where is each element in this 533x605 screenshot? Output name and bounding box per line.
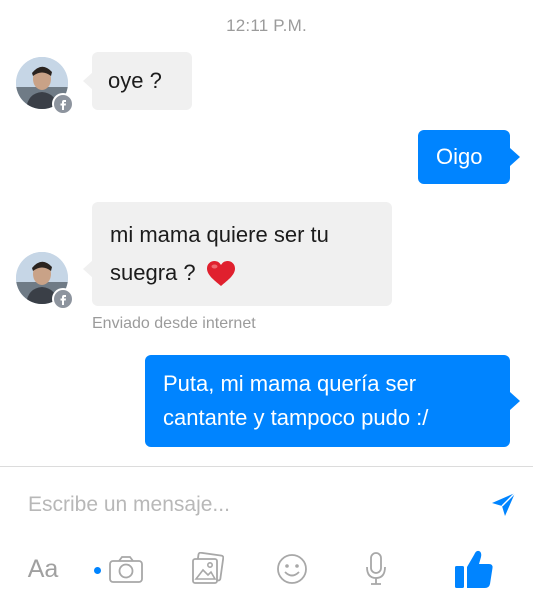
message-text: oye ?	[108, 68, 162, 93]
contact-avatar[interactable]	[16, 252, 74, 310]
like-icon[interactable]	[450, 548, 498, 590]
bubble-tail	[83, 260, 93, 278]
new-indicator-dot	[94, 567, 101, 574]
outgoing-message[interactable]: Oigo	[418, 130, 520, 184]
facebook-badge-icon	[52, 288, 74, 310]
facebook-badge-icon	[52, 93, 74, 115]
send-icon[interactable]	[488, 490, 518, 520]
incoming-message[interactable]: mi mama quiere ser tu suegra ?	[83, 202, 392, 306]
message-text-line: mi mama quiere ser tu	[110, 222, 329, 247]
contact-avatar[interactable]	[16, 57, 74, 115]
message-text: Oigo	[436, 144, 483, 169]
outgoing-message[interactable]: Puta, mi mama quería ser cantante y tamp…	[145, 355, 520, 447]
message-text-line: Puta, mi mama quería ser	[163, 371, 417, 396]
emoji-icon[interactable]	[272, 548, 312, 590]
bubble-tail	[83, 72, 93, 90]
gallery-icon[interactable]	[187, 548, 227, 590]
text-format-button[interactable]: Aa	[22, 548, 64, 590]
sent-status-text: Enviado desde internet	[92, 315, 256, 332]
message-text-line: suegra ?	[110, 260, 196, 285]
bubble-tail	[510, 392, 520, 410]
composer-divider	[0, 466, 533, 467]
microphone-icon[interactable]	[356, 548, 396, 590]
incoming-message[interactable]: oye ?	[83, 52, 192, 110]
message-input[interactable]	[28, 488, 468, 522]
camera-icon[interactable]	[106, 548, 146, 590]
message-text-line: cantante y tampoco pudo :/	[163, 405, 429, 430]
message-timestamp: 12:11 P.M.	[226, 16, 307, 35]
heart-emoji-icon	[206, 260, 236, 287]
bubble-tail	[510, 148, 520, 166]
